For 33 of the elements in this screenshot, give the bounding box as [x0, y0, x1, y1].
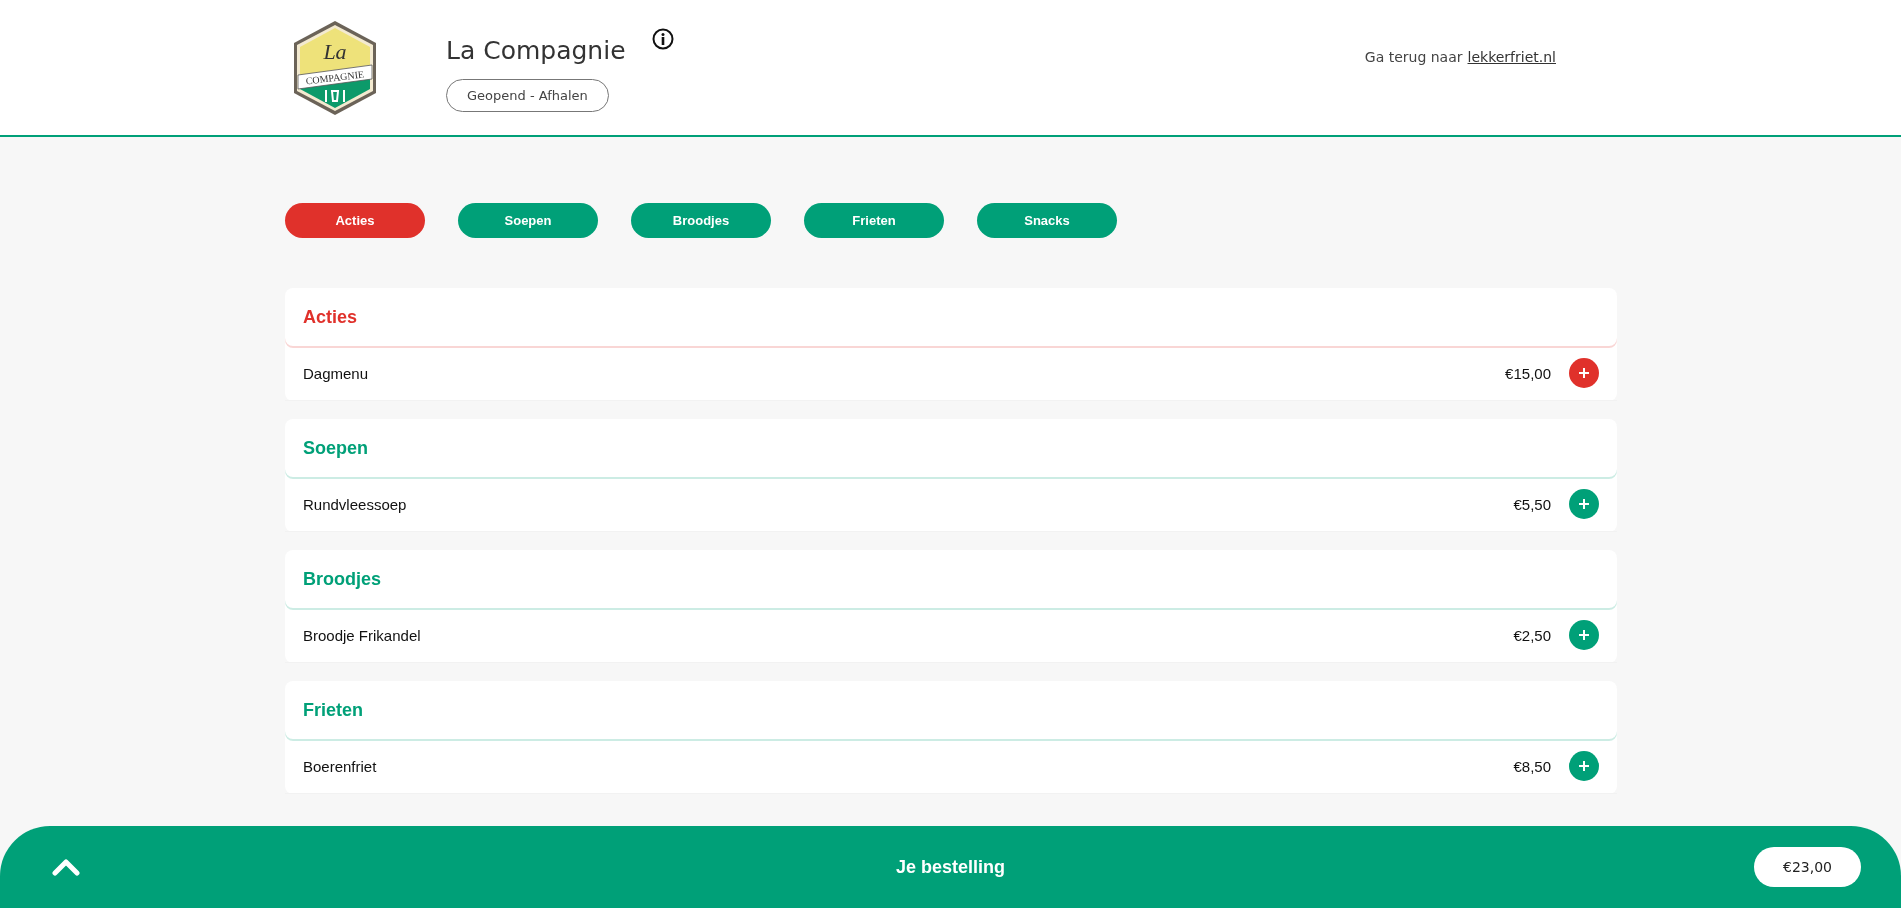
- section-title: Acties: [303, 306, 358, 328]
- item-name: Rundvleessoep: [303, 495, 407, 513]
- category-tab[interactable]: Acties: [285, 203, 425, 238]
- item-name: Dagmenu: [303, 364, 369, 382]
- add-button[interactable]: [1569, 620, 1599, 650]
- add-button[interactable]: [1569, 489, 1599, 519]
- category-tab[interactable]: Broodjes: [631, 203, 771, 238]
- info-icon[interactable]: [651, 27, 674, 50]
- plus-icon: [1578, 498, 1590, 510]
- add-button[interactable]: [1569, 358, 1599, 388]
- item-price: €8,50: [1513, 757, 1551, 775]
- add-button[interactable]: [1569, 751, 1599, 781]
- section-title: Broodjes: [303, 568, 381, 590]
- expand-button[interactable]: [52, 858, 80, 876]
- item-name: Broodje Frikandel: [303, 626, 421, 644]
- item-name: Boerenfriet: [303, 757, 377, 775]
- category-tab[interactable]: Soepen: [458, 203, 598, 238]
- back-link[interactable]: lekkerfriet.nl: [1467, 48, 1556, 65]
- chevron-up-icon: [52, 858, 80, 876]
- section-title: Frieten: [303, 699, 363, 721]
- plus-icon: [1578, 629, 1590, 641]
- order-total[interactable]: €23,00: [1754, 847, 1861, 887]
- category-tab[interactable]: Frieten: [804, 203, 944, 238]
- plus-icon: [1578, 367, 1590, 379]
- plus-icon: [1578, 760, 1590, 772]
- category-tab[interactable]: Snacks: [977, 203, 1117, 238]
- restaurant-name: La Compagnie: [446, 35, 626, 65]
- back-text: Ga terug naar: [1364, 48, 1463, 65]
- section-title: Soepen: [303, 437, 368, 459]
- order-title: Je bestelling: [895, 856, 1005, 878]
- item-price: €5,50: [1513, 495, 1551, 513]
- item-price: €15,00: [1505, 364, 1551, 382]
- item-price: €2,50: [1513, 626, 1551, 644]
